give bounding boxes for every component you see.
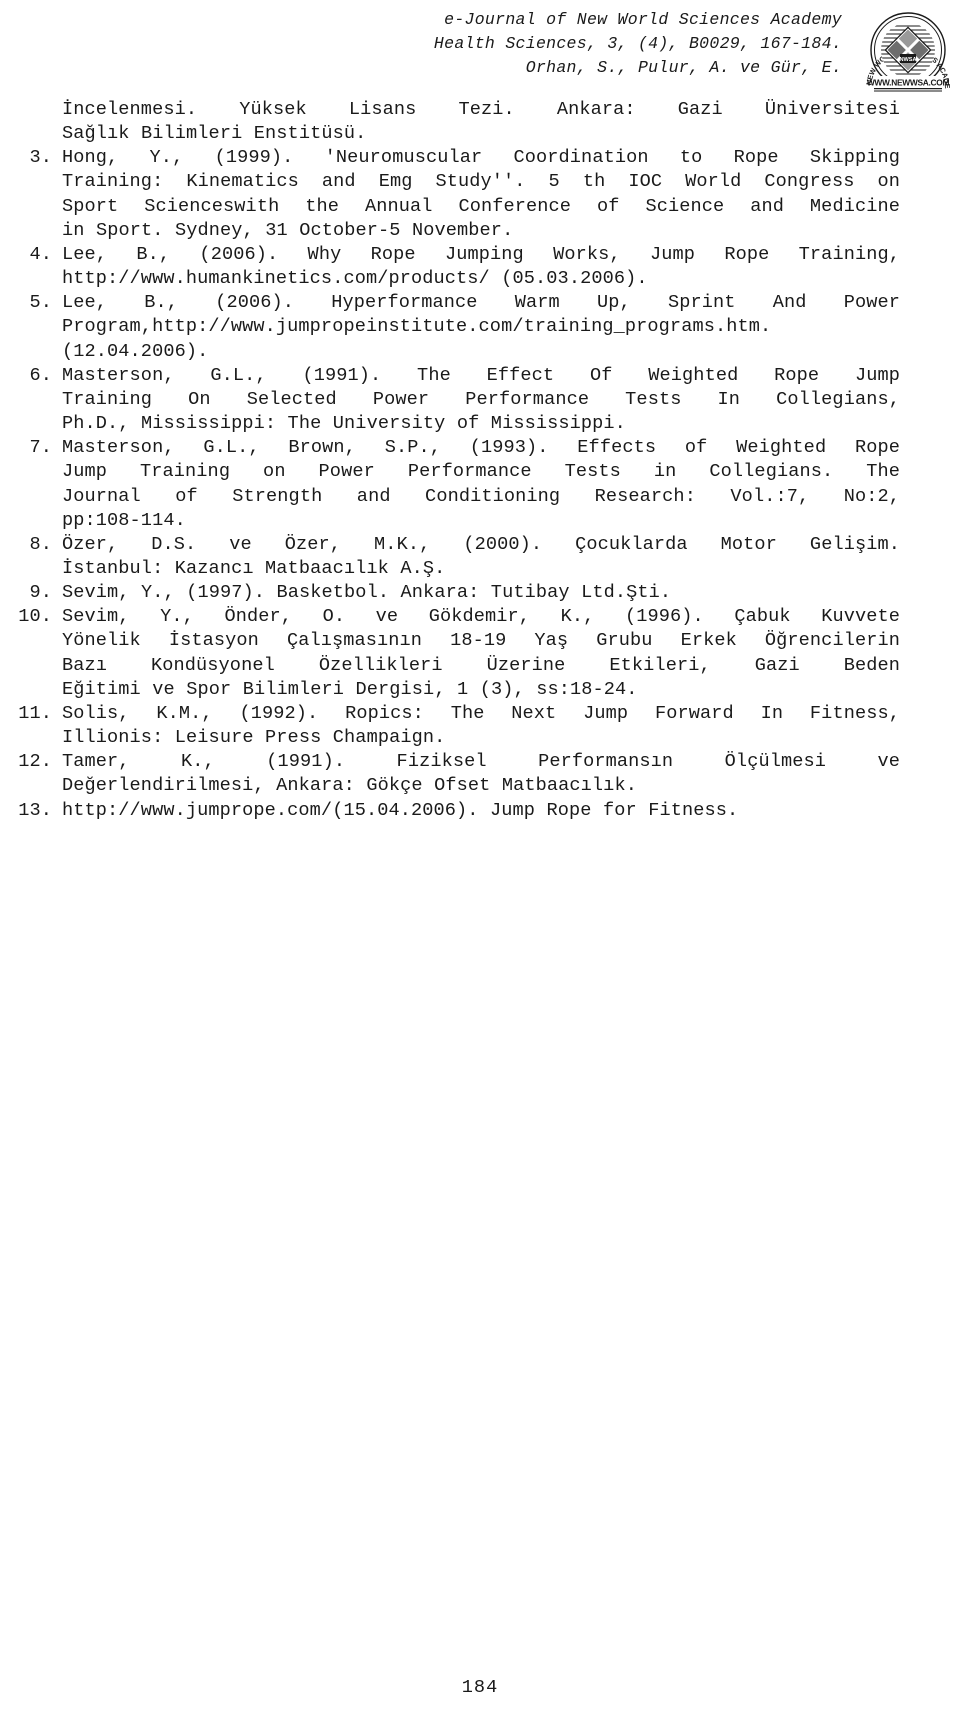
reference-number: 5. [29, 292, 52, 314]
svg-text:NWSA: NWSA [899, 57, 916, 63]
reference-number: 7. [29, 437, 52, 459]
reference-list: İncelenmesi. Yüksek Lisans Tezi. Ankara:… [0, 98, 960, 823]
reference-number: 10. [18, 606, 52, 628]
reference-line: Değerlendirilmesi, Ankara: Gökçe Ofset M… [62, 775, 637, 797]
reference-line: İstanbul: Kazancı Matbaacılık A.Ş. [62, 557, 446, 579]
reference-line: Sağlık Bilimleri Enstitüsü. [62, 123, 367, 145]
reference-number: 12. [18, 751, 52, 773]
reference-line: Masterson, G.L., Brown, S.P., (1993). Ef… [62, 437, 900, 459]
reference-entry: 7. Masterson, G.L., Brown, S.P., (1993). … [0, 436, 960, 533]
reference-text: Solis, K.M., (1992). Ropics: The Next Ju… [62, 702, 900, 750]
reference-text: Sevim, Y., Önder, O. ve Gökdemir, K., (1… [62, 605, 900, 702]
continued-reference-entry: İncelenmesi. Yüksek Lisans Tezi. Ankara:… [0, 98, 960, 146]
reference-entries: 3. Hong, Y., (1999). ʹNeuromuscular Coord… [0, 146, 960, 822]
reference-entry: 12. Tamer, K., (1991). Fiziksel Performan… [0, 750, 960, 798]
page-number: 184 [461, 1677, 499, 1698]
reference-line: Training: Kinematics and Emg Studyʹʹ. 5 … [62, 171, 900, 193]
reference-text: Lee, B., (2006). Hyperformance Warm Up, … [62, 291, 900, 363]
reference-line: Ph.D., Mississippi: The University of Mi… [62, 413, 626, 435]
reference-line: Masterson, G.L., (1991). The Effect Of W… [62, 364, 900, 386]
reference-line: Sport Scienceswith the Annual Conference… [62, 195, 900, 217]
reference-text: Sevim, Y., (1997). Basketbol. Ankara: Tu… [62, 581, 900, 605]
reference-line: Program,http://www.jumpropeinstitute.com… [62, 316, 772, 338]
running-head-line-journal: e-Journal of New World Sciences Academy [444, 10, 842, 29]
reference-text: Masterson, G.L., (1991). The Effect Of W… [62, 364, 900, 436]
reference-line: Özer, D.S. ve Özer, M.K., (2000). Çocukl… [62, 533, 900, 555]
reference-text: Tamer, K., (1991). Fiziksel Performansın… [62, 750, 900, 798]
svg-text:WWW.NEWWSA.COM: WWW.NEWWSA.COM [867, 78, 950, 88]
reference-line: Journal of Strength and Conditioning Res… [62, 485, 900, 507]
running-head-line-authors: Orhan, S., Pulur, A. ve Gür, E. [525, 58, 842, 77]
reference-entry: 8. Özer, D.S. ve Özer, M.K., (2000). Çocu… [0, 533, 960, 581]
reference-text: Hong, Y., (1999). ʹNeuromuscular Coordin… [62, 146, 900, 243]
reference-line: pp:108-114. [62, 509, 186, 531]
reference-number: 13. [18, 799, 52, 821]
reference-number: 3. [29, 147, 52, 169]
reference-line: in Sport. Sydney, 31 October-5 November. [62, 219, 514, 241]
reference-line: http://www.jumprope.com/(15.04.2006). Ju… [62, 799, 739, 821]
reference-line: Yönelik İstasyon Çalışmasının 18-19 Yaş … [62, 630, 900, 652]
reference-text: Masterson, G.L., Brown, S.P., (1993). Ef… [62, 436, 900, 533]
reference-entry: 5. Lee, B., (2006). Hyperformance Warm Up… [0, 291, 960, 363]
reference-entry: 11. Solis, K.M., (1992). Ropics: The Next… [0, 702, 960, 750]
newwsa-logo: NEW WORLD SCIENCES ACADEMY [860, 10, 956, 98]
reference-number: 9. [29, 582, 52, 604]
reference-line: Training On Selected Power Performance T… [62, 388, 900, 410]
running-head-line-citation: Health Sciences, 3, (4), B0029, 167-184. [433, 34, 842, 53]
reference-number: 11. [18, 702, 52, 724]
reference-entry: 6. Masterson, G.L., (1991). The Effect Of… [0, 364, 960, 436]
reference-line: Jump Training on Power Performance Tests… [62, 461, 900, 483]
reference-line: Sevim, Y., (1997). Basketbol. Ankara: Tu… [62, 582, 672, 604]
reference-text: http://www.jumprope.com/(15.04.2006). Ju… [62, 799, 900, 823]
running-head: e-Journal of New World Sciences Academy … [0, 8, 960, 92]
reference-line: Hong, Y., (1999). ʹNeuromuscular Coordin… [62, 147, 900, 169]
reference-entry: 4. Lee, B., (2006). Why Rope Jumping Work… [0, 243, 960, 291]
reference-line: İncelenmesi. Yüksek Lisans Tezi. Ankara:… [62, 99, 900, 120]
reference-entry: 13. http://www.jumprope.com/(15.04.2006).… [0, 799, 960, 823]
reference-line: http://www.humankinetics.com/products/ (… [62, 268, 648, 290]
reference-entry: 10. Sevim, Y., Önder, O. ve Gökdemir, K.,… [0, 605, 960, 702]
reference-line: Eğitimi ve Spor Bilimleri Dergisi, 1 (3)… [62, 678, 638, 700]
reference-line: Lee, B., (2006). Why Rope Jumping Works,… [62, 243, 900, 265]
document-page: { "header": { "line1": "e-Journal of New… [0, 0, 960, 1712]
reference-line: (12.04.2006). [62, 340, 209, 362]
reference-line: Solis, K.M., (1992). Ropics: The Next Ju… [62, 702, 900, 724]
reference-line: Illionis: Leisure Press Champaign. [62, 727, 446, 749]
reference-entry: 3. Hong, Y., (1999). ʹNeuromuscular Coord… [0, 146, 960, 243]
reference-line: Tamer, K., (1991). Fiziksel Performansın… [62, 751, 900, 773]
continued-reference-text: İncelenmesi. Yüksek Lisans Tezi. Ankara:… [62, 98, 900, 146]
reference-line: Sevim, Y., Önder, O. ve Gökdemir, K., (1… [62, 606, 900, 628]
reference-line: Bazı Kondüsyonel Özellikleri Üzerine Etk… [62, 654, 900, 676]
reference-entry: 9. Sevim, Y., (1997). Basketbol. Ankara: … [0, 581, 960, 605]
reference-line: Lee, B., (2006). Hyperformance Warm Up, … [62, 292, 900, 314]
reference-number: 4. [29, 243, 52, 265]
reference-text: Lee, B., (2006). Why Rope Jumping Works,… [62, 243, 900, 291]
reference-number: 6. [29, 364, 52, 386]
reference-text: Özer, D.S. ve Özer, M.K., (2000). Çocukl… [62, 533, 900, 581]
reference-number: 8. [29, 533, 52, 555]
running-head-text: e-Journal of New World Sciences Academy … [434, 8, 842, 80]
